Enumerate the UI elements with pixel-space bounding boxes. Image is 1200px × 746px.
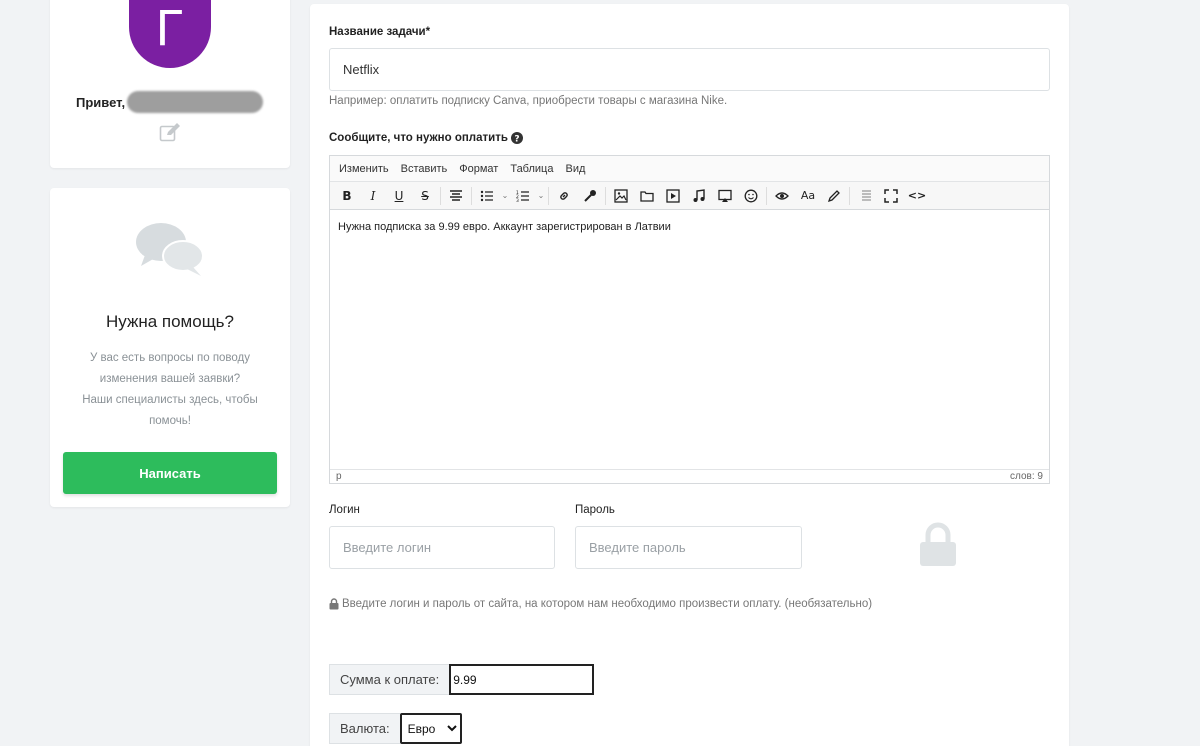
- image-icon[interactable]: [608, 183, 634, 209]
- highlighter-icon[interactable]: [821, 183, 847, 209]
- toolbar-divider: [548, 186, 549, 205]
- help-text-line: изменения вашей заявки?: [99, 373, 241, 385]
- indent-icon[interactable]: [852, 183, 878, 209]
- task-name-value: Netflix: [343, 62, 380, 77]
- chevron-down-icon[interactable]: ⌄: [500, 191, 510, 200]
- numbered-list-icon[interactable]: 123: [510, 183, 536, 209]
- svg-text:?: ?: [514, 135, 519, 145]
- task-form: Название задачи* Netflix Например: оплат…: [310, 4, 1069, 746]
- edit-icon[interactable]: [159, 122, 181, 142]
- amount-input[interactable]: 9.99: [449, 664, 595, 695]
- lock-icon: [920, 522, 956, 566]
- amount-group: Сумма к оплате: 9.99: [329, 664, 595, 695]
- preview-eye-icon[interactable]: [769, 183, 795, 209]
- menu-insert[interactable]: Вставить: [401, 163, 448, 175]
- align-center-icon[interactable]: [443, 183, 469, 209]
- password-placeholder: Введите пароль: [589, 540, 686, 555]
- link-icon[interactable]: [551, 183, 577, 209]
- toolbar-divider: [440, 186, 441, 205]
- chat-bubbles-icon: [136, 223, 204, 276]
- amount-value: 9.99: [453, 672, 477, 687]
- toolbar-divider: [471, 186, 472, 205]
- password-input[interactable]: Введите пароль: [575, 526, 802, 569]
- help-text-line: помочь!: [149, 415, 191, 427]
- element-path[interactable]: p: [336, 471, 342, 482]
- login-label: Логин: [329, 504, 360, 516]
- task-name-label: Название задачи*: [329, 26, 431, 38]
- help-text-line: Наши специалисты здесь, чтобы: [82, 394, 258, 406]
- menu-view[interactable]: Вид: [565, 163, 585, 175]
- lock-small-icon: [329, 598, 339, 610]
- folder-icon[interactable]: [634, 183, 660, 209]
- strikethrough-icon[interactable]: S: [412, 183, 438, 209]
- rich-text-editor: Изменить Вставить Формат Таблица Вид B I…: [329, 155, 1050, 484]
- editor-menubar: Изменить Вставить Формат Таблица Вид: [330, 156, 1049, 182]
- help-text: У вас есть вопросы по поводу изменения в…: [70, 348, 270, 432]
- svg-text:3: 3: [516, 198, 519, 203]
- editor-toolbar: B I U S ⌄ 123 ⌄ Aa <>: [330, 182, 1049, 210]
- redacted-username: [127, 91, 264, 113]
- menu-table[interactable]: Таблица: [510, 163, 553, 175]
- greeting: Привет,: [76, 91, 264, 113]
- editor-content[interactable]: Нужна подписка за 9.99 евро. Аккаунт зар…: [330, 210, 1049, 465]
- fullscreen-icon[interactable]: [878, 183, 904, 209]
- emoji-icon[interactable]: [738, 183, 764, 209]
- help-text-line: У вас есть вопросы по поводу: [89, 352, 251, 364]
- bullet-list-icon[interactable]: [474, 183, 500, 209]
- underline-icon[interactable]: U: [386, 183, 412, 209]
- help-card: Нужна помощь? У вас есть вопросы по пово…: [50, 188, 290, 507]
- italic-icon[interactable]: I: [360, 183, 386, 209]
- media-embed-icon[interactable]: [712, 183, 738, 209]
- menu-format[interactable]: Формат: [459, 163, 498, 175]
- menu-edit[interactable]: Изменить: [339, 163, 389, 175]
- help-title: Нужна помощь?: [105, 312, 234, 331]
- payment-label-text: Сообщите, что нужно оплатить: [329, 132, 508, 144]
- greeting-text: Привет,: [76, 94, 126, 110]
- toolbar-divider: [605, 186, 606, 205]
- task-name-hint: Например: оплатить подписку Canva, приоб…: [329, 95, 728, 107]
- login-placeholder: Введите логин: [343, 540, 432, 555]
- credentials-hint: Введите логин и пароль от сайта, на кото…: [329, 598, 872, 610]
- toolbar-divider: [849, 186, 850, 205]
- payment-label: Сообщите, что нужно оплатить ?: [329, 132, 523, 144]
- video-icon[interactable]: [660, 183, 686, 209]
- unlink-icon[interactable]: [577, 183, 603, 209]
- currency-label: Валюта:: [329, 713, 400, 744]
- currency-group: Валюта: Евро: [329, 713, 462, 744]
- currency-select[interactable]: Евро: [399, 713, 462, 744]
- password-label: Пароль: [575, 504, 615, 516]
- profile-card: Г Привет,: [50, 0, 290, 168]
- avatar: Г: [129, 0, 211, 68]
- login-input[interactable]: Введите логин: [329, 526, 555, 569]
- editor-statusbar: p слов: 9: [330, 469, 1049, 483]
- source-code-icon[interactable]: <>: [904, 183, 930, 209]
- bold-icon[interactable]: B: [334, 183, 360, 209]
- font-size-icon[interactable]: Aa: [795, 183, 821, 209]
- task-name-input[interactable]: Netflix: [329, 48, 1050, 91]
- word-count: слов: 9: [1010, 471, 1043, 482]
- amount-label: Сумма к оплате:: [329, 664, 450, 695]
- question-circle-icon[interactable]: ?: [510, 132, 523, 145]
- credentials-hint-text: Введите логин и пароль от сайта, на кото…: [342, 598, 873, 610]
- write-button[interactable]: Написать: [63, 452, 277, 494]
- toolbar-divider: [766, 186, 767, 205]
- chevron-down-icon[interactable]: ⌄: [536, 191, 546, 200]
- music-note-icon[interactable]: [686, 183, 712, 209]
